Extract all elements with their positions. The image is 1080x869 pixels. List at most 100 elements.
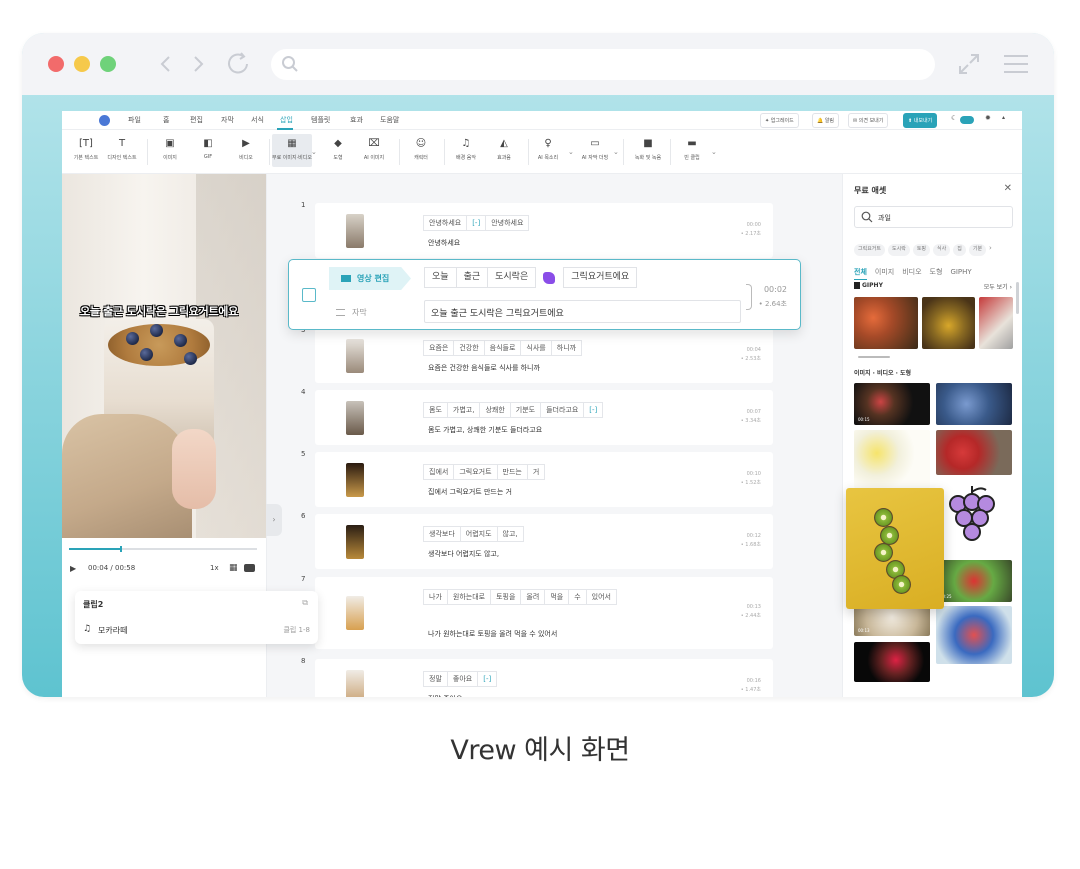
asset-blueberries[interactable] — [936, 383, 1012, 425]
asset-lemons[interactable] — [854, 430, 930, 488]
word-chip[interactable]: 들더라고요 — [540, 402, 585, 418]
tab-giphy[interactable]: GIPHY — [950, 268, 971, 276]
word-chip[interactable]: 출근 — [455, 267, 489, 288]
asset-mango[interactable] — [922, 297, 975, 349]
tool-bgm[interactable]: ♫ 배경 음악 — [446, 137, 486, 161]
hamburger-menu-icon[interactable] — [1004, 54, 1028, 74]
clip-row[interactable]: 정말좋아요[-]정말 좋아요00:16• 1.47초 — [315, 659, 773, 697]
video-edit-tag[interactable]: 영상 편집 — [329, 267, 411, 290]
playback-speed[interactable]: 1x — [210, 564, 219, 572]
word-chip[interactable]: 하니까 — [550, 340, 583, 356]
tool-ai-image[interactable]: ⌧ AI 이미지 — [354, 137, 394, 161]
menu-subtitle[interactable]: 자막 — [221, 115, 234, 125]
word-chip[interactable]: 거 — [526, 464, 546, 480]
tool-gif[interactable]: ◧ GIF — [188, 137, 228, 160]
word-chip[interactable]: 그릭요거트 — [453, 464, 498, 480]
menu-template[interactable]: 템플릿 — [311, 115, 330, 125]
clip-thumbnail[interactable] — [346, 213, 364, 248]
clip-row[interactable]: 나가 원하는대로 토핑을 올려 먹을 수 있어서 나가 원하는대로 토핑을 올려 먹을 수 있… — [315, 577, 773, 649]
clip-thumbnail[interactable] — [346, 400, 364, 435]
caption-toggle-icon[interactable] — [244, 564, 255, 572]
expand-icon[interactable] — [958, 53, 980, 75]
word-chip[interactable]: 나가 — [423, 589, 448, 605]
chevron-up-icon[interactable]: ▴ — [1002, 114, 1005, 121]
user-icon[interactable] — [99, 115, 110, 126]
tool-blank-clip[interactable]: ▬ 빈 클립 — [672, 137, 712, 161]
forward-icon[interactable] — [192, 50, 206, 78]
word-chip[interactable]: 가볍고, — [446, 402, 481, 418]
word-chip[interactable]: 원하는대로 — [446, 589, 492, 605]
tab-shape[interactable]: 도형 — [930, 267, 943, 277]
tool-shape[interactable]: ◆ 도형 — [318, 137, 358, 161]
tab-all[interactable]: 전체 — [854, 267, 867, 280]
clip-subtitle[interactable]: 안녕하세요 — [428, 238, 460, 248]
asset-strawberry-splash[interactable] — [854, 642, 930, 682]
tool-video[interactable]: ▶ 비디오 — [226, 137, 266, 161]
clip-row[interactable]: 몸도 가볍고, 상쾌한 기분도 들더라고요 [-] 몸도 가볍고, 상쾌한 기분도 들더라고… — [315, 390, 773, 445]
word-chip[interactable]: 정말 — [423, 671, 448, 687]
close-icon[interactable]: ✕ — [1004, 183, 1012, 194]
chip[interactable]: 도시락 — [888, 244, 910, 256]
word-chip[interactable]: 수 — [568, 589, 587, 605]
clip-thumbnail[interactable] — [346, 669, 364, 697]
chip[interactable]: 기분 — [968, 244, 987, 256]
chevron-right-icon[interactable]: › — [989, 244, 992, 252]
tool-ai-dubbing[interactable]: ▭ AI 자막 더빙 — [575, 137, 615, 161]
word-chip[interactable]: 도시락은 — [487, 267, 537, 288]
word-chip[interactable]: 안녕하세요 — [423, 215, 468, 231]
clip-subtitle[interactable]: 집에서 그릭요거트 만드는 거 — [428, 487, 512, 497]
word-chip[interactable]: 만드는 — [496, 464, 528, 480]
word-chip[interactable]: 요즘은 — [423, 340, 455, 356]
progress-handle[interactable] — [119, 546, 122, 552]
clip-thumbnail[interactable] — [346, 462, 364, 497]
asset-fruit-platter[interactable] — [936, 606, 1012, 664]
word-chip[interactable]: 음식들로 — [483, 340, 522, 356]
asset-video-splash[interactable]: 00:15 — [854, 383, 930, 425]
asset-fruit-basket[interactable] — [854, 297, 918, 349]
menu-format[interactable]: 서식 — [251, 115, 264, 125]
tool-ai-voice[interactable]: ♀ AI 목소리 — [528, 137, 568, 161]
tab-image[interactable]: 이미지 — [875, 267, 894, 277]
clip-row[interactable]: 집에서 그릭요거트 만드는 거 집에서 그릭요거트 만드는 거 00:10 • 1.52초 — [315, 452, 773, 507]
clip-row[interactable]: 생각보다 어렵지도 않고, 생각보다 어렵지도 않고, 00:12 • 1.68초 — [315, 514, 773, 569]
menu-edit[interactable]: 편집 — [190, 115, 203, 125]
tool-image[interactable]: ▣ 이미지 — [150, 137, 190, 161]
back-icon[interactable] — [158, 50, 172, 78]
grape-icon[interactable] — [942, 484, 1002, 550]
tool-character[interactable]: ☺ 캐릭터 — [401, 137, 441, 161]
clip-subtitle[interactable]: 요즘은 건강한 음식들로 식사를 하니까 — [428, 363, 540, 373]
menu-file[interactable]: 파일 — [128, 115, 141, 125]
play-icon[interactable]: ▶ — [70, 564, 76, 573]
word-chip[interactable]: 좋아요 — [446, 671, 479, 687]
word-chip[interactable]: 있어서 — [585, 589, 617, 605]
upgrade-button[interactable]: ✦ 업그레이드 — [760, 113, 799, 128]
chevron-down-icon[interactable]: ⌄ — [311, 148, 317, 156]
tool-record[interactable]: ■ 녹화 및 녹음 — [628, 137, 668, 161]
word-chip[interactable]: 식사를 — [520, 340, 552, 356]
word-chip[interactable]: 오늘 — [424, 267, 457, 288]
dark-mode-toggle[interactable] — [960, 116, 974, 124]
chip[interactable]: 토핑 — [912, 244, 931, 256]
menu-home[interactable]: 홈 — [163, 115, 169, 125]
tool-free-asset[interactable]: ▦ 무료 이미지·비디오 — [272, 134, 312, 167]
clip-thumbnail[interactable] — [346, 524, 364, 559]
address-bar[interactable] — [271, 49, 935, 80]
asset-search-input[interactable]: 과일 — [854, 206, 1013, 228]
clip-subtitle[interactable]: 생각보다 어렵지도 않고, — [428, 549, 499, 559]
silence-chip[interactable]: [-] — [477, 671, 498, 687]
tool-basic-text[interactable]: [T] 기본 텍스트 — [66, 137, 106, 161]
clip-subtitle[interactable]: 몸도 가볍고, 상쾌한 기분도 들더라고요 — [428, 425, 542, 435]
clip-row[interactable]: 요즘은 건강한 음식들로 식사를 하니까 요즘은 건강한 음식들로 식사를 하니까 00:0… — [315, 328, 773, 383]
word-chip[interactable]: 먹을 — [544, 589, 570, 605]
close-window-dot[interactable] — [48, 56, 64, 72]
clip-thumbnail[interactable] — [346, 338, 364, 373]
open-external-icon[interactable]: ⧉ — [302, 598, 308, 608]
panel-scrollbar[interactable] — [1016, 282, 1019, 314]
word-chip[interactable]: 기분도 — [509, 402, 542, 418]
subtitle-input[interactable]: 오늘 출근 도시락은 그릭요거트에요 — [424, 300, 741, 323]
silence-chip[interactable]: [-] — [583, 402, 604, 418]
chip[interactable]: 그릭요거트 — [854, 244, 886, 256]
clip-checkbox[interactable] — [302, 288, 316, 302]
asset-strawberries[interactable]: 00:25 — [936, 560, 1012, 602]
word-chip[interactable]: 그릭요거트에요 — [563, 267, 638, 288]
